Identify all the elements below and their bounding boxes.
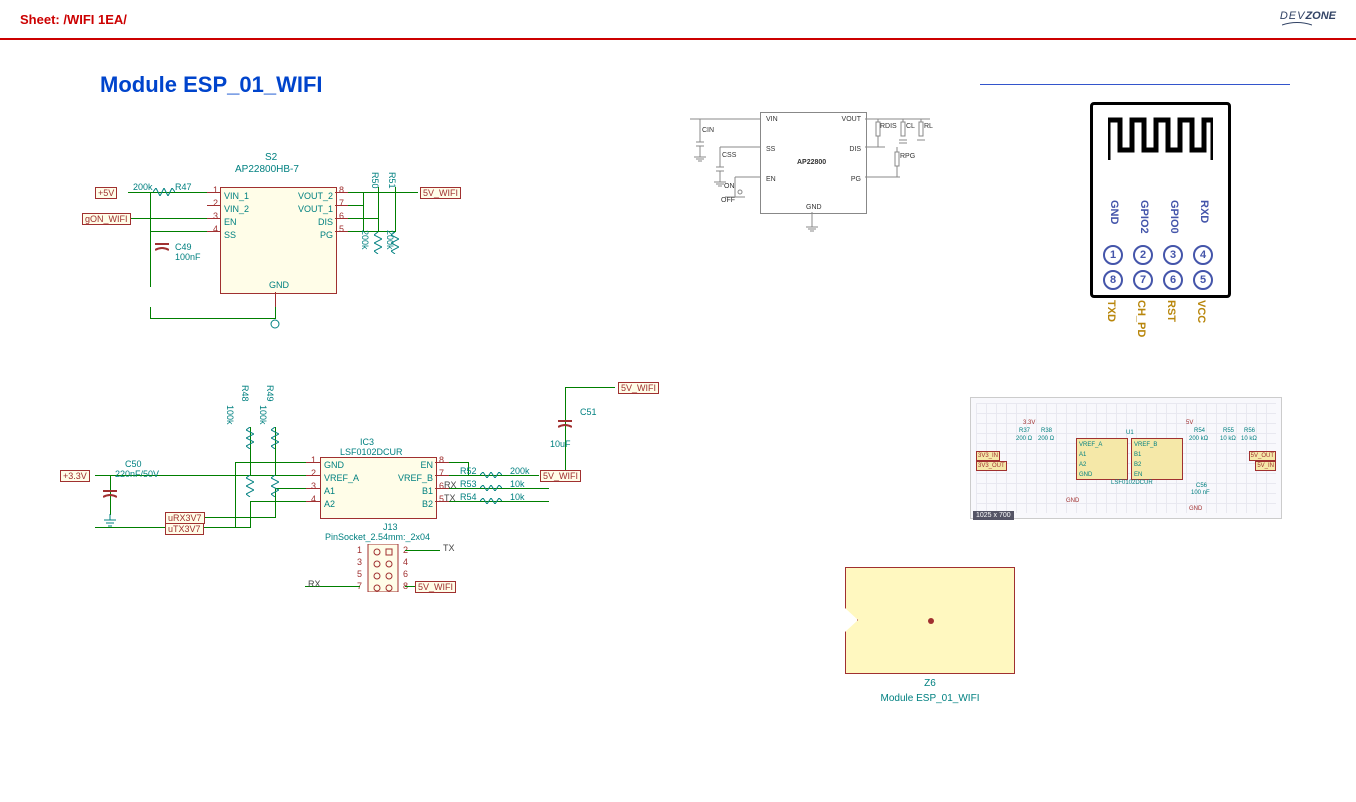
ap22800-ref: AP22800 VIN SS EN VOUT DIS PG GND bbox=[690, 97, 940, 257]
z6-name: Module ESP_01_WIFI bbox=[845, 693, 1015, 704]
module-title: Module ESP_01_WIFI bbox=[100, 72, 323, 98]
ic3-body: GND VREF_A A1 A2 EN VREF_B B1 B2 bbox=[320, 457, 437, 519]
sheet-title: Sheet: /WIFI 1EA/ bbox=[20, 12, 127, 27]
connector-icon bbox=[360, 544, 406, 592]
z6-ref: Z6 bbox=[845, 678, 1015, 689]
cap-icon bbox=[103, 487, 117, 501]
flag-3v3: +3.3V bbox=[60, 470, 90, 482]
s2-ref: S2 bbox=[265, 152, 277, 163]
cap-icon bbox=[155, 240, 169, 254]
schematic-canvas[interactable]: Module ESP_01_WIFI S2 AP22800HB-7 VIN_1 … bbox=[0, 32, 1356, 802]
gnd-icon bbox=[104, 514, 116, 528]
j13-block: J13 PinSocket_2.54mm:_2x04 1 2 3 4 5 6 7… bbox=[305, 522, 465, 592]
s2-part: AP22800HB-7 bbox=[235, 164, 299, 175]
devzone-logo: DEVZONE bbox=[1280, 10, 1336, 28]
antenna-icon bbox=[1108, 110, 1213, 165]
ic3-ref: IC3 bbox=[360, 437, 374, 447]
flag-5v-wifi-c51: 5V_WIFI bbox=[618, 382, 659, 394]
flag-utx: uTX3V7 bbox=[165, 523, 204, 535]
j13-flag: 5V_WIFI bbox=[415, 581, 456, 593]
s2-ic-body: VIN_1 VIN_2 EN SS VOUT_2 VOUT_1 DIS PG G… bbox=[220, 187, 337, 294]
z6-sheet: Z6 Module ESP_01_WIFI bbox=[845, 567, 1015, 702]
flag-5v-wifi: 5V_WIFI bbox=[540, 470, 581, 482]
flag-gon-wifi: gON_WIFI bbox=[82, 213, 131, 225]
divider bbox=[980, 84, 1290, 85]
size-badge: 1025 x 700 bbox=[973, 511, 1014, 520]
gnd-icon bbox=[269, 318, 281, 330]
ic3-part: LSF0102DCUR bbox=[340, 447, 403, 457]
s2-block: S2 AP22800HB-7 VIN_1 VIN_2 EN SS VOUT_2 … bbox=[95, 152, 465, 332]
flag-5v-wifi: 5V_WIFI bbox=[420, 187, 461, 199]
lsf0102-ref: VREF_A A1 A2 GND VREF_B B1 B2 EN LSF0102… bbox=[970, 397, 1282, 519]
flag-5v-in: +5V bbox=[95, 187, 117, 199]
cap-icon bbox=[558, 417, 572, 431]
esp01-pinout: GND GPIO2 GPIO0 RXD 1 2 3 4 8 7 6 5 TXD … bbox=[1090, 102, 1235, 382]
